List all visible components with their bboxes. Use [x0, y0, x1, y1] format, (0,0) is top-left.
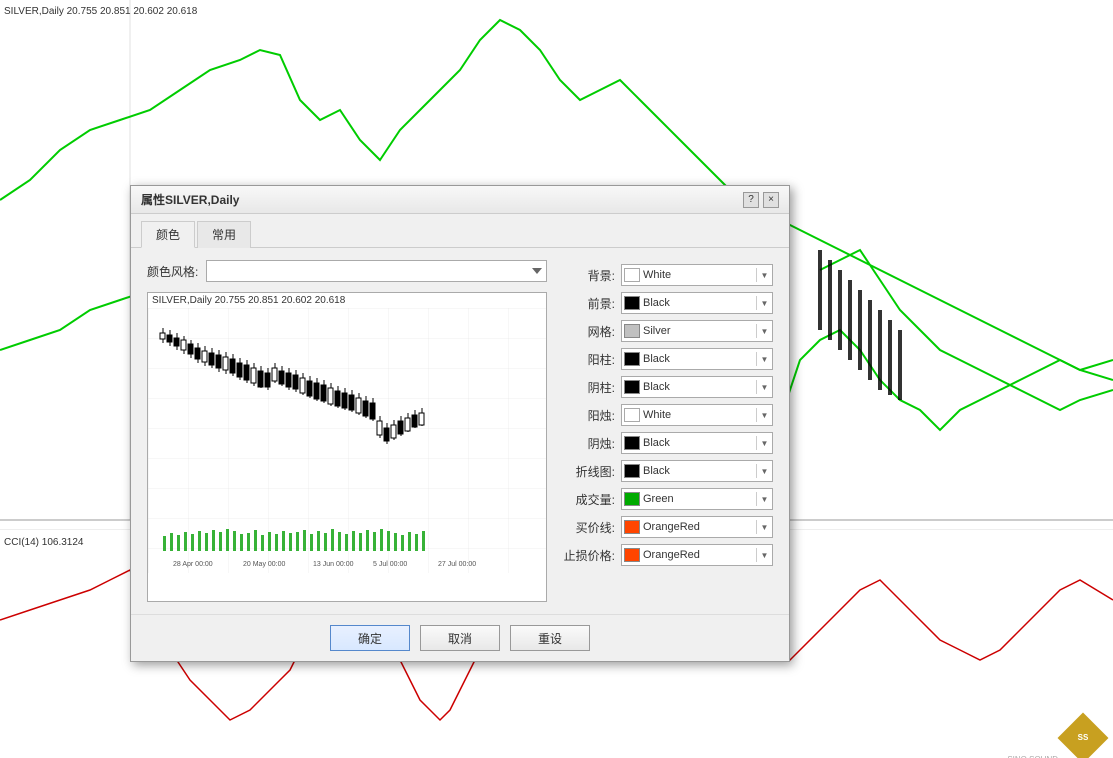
color-row-volume: 成交量: Green ▼	[563, 488, 773, 510]
bear-candle-label: 阴柱:	[563, 379, 615, 396]
line-chart-select[interactable]: Black ▼	[621, 460, 773, 482]
ask-line-select[interactable]: OrangeRed ▼	[621, 516, 773, 538]
color-row-stop-price: 止损价格: OrangeRed ▼	[563, 544, 773, 566]
color-row-bull-body: 阳烛: White ▼	[563, 404, 773, 426]
color-row-bear-body: 阴烛: Black ▼	[563, 432, 773, 454]
foreground-swatch	[624, 296, 640, 310]
tab-color[interactable]: 颜色	[141, 221, 195, 248]
reset-button[interactable]: 重设	[510, 625, 590, 651]
grid-swatch	[624, 324, 640, 338]
volume-label: 成交量:	[563, 491, 615, 508]
cancel-button[interactable]: 取消	[420, 625, 500, 651]
bull-body-dropdown-arrow[interactable]: ▼	[756, 408, 770, 422]
grid-value: Silver	[643, 325, 753, 337]
help-button[interactable]: ?	[743, 192, 759, 208]
properties-dialog: 属性SILVER,Daily ? × 颜色 常用 颜色风格:	[130, 185, 790, 662]
dialog-title: 属性SILVER,Daily	[141, 191, 239, 208]
background-select[interactable]: White ▼	[621, 264, 773, 286]
stop-price-select[interactable]: OrangeRed ▼	[621, 544, 773, 566]
bear-body-swatch	[624, 436, 640, 450]
ask-line-value: OrangeRed	[643, 521, 753, 533]
bull-body-value: White	[643, 409, 753, 421]
confirm-button[interactable]: 确定	[330, 625, 410, 651]
background-dropdown-arrow[interactable]: ▼	[756, 268, 770, 282]
volume-select[interactable]: Green ▼	[621, 488, 773, 510]
grid-label: 网格:	[563, 323, 615, 340]
bear-candle-swatch	[624, 380, 640, 394]
line-chart-value: Black	[643, 465, 753, 477]
bull-candle-swatch	[624, 352, 640, 366]
tab-common[interactable]: 常用	[197, 221, 251, 248]
grid-select[interactable]: Silver ▼	[621, 320, 773, 342]
title-buttons: ? ×	[743, 192, 779, 208]
stop-price-swatch	[624, 548, 640, 562]
color-row-grid: 网格: Silver ▼	[563, 320, 773, 342]
stop-price-dropdown-arrow[interactable]: ▼	[756, 548, 770, 562]
chart-preview-header: SILVER,Daily 20.755 20.851 20.602 20.618	[148, 293, 546, 308]
tab-bar: 颜色 常用	[131, 214, 789, 248]
bear-candle-dropdown-arrow[interactable]: ▼	[756, 380, 770, 394]
line-chart-label: 折线图:	[563, 463, 615, 480]
stop-price-value: OrangeRed	[643, 549, 753, 561]
ask-line-dropdown-arrow[interactable]: ▼	[756, 520, 770, 534]
bull-candle-label: 阳柱:	[563, 351, 615, 368]
dialog-titlebar: 属性SILVER,Daily ? ×	[131, 186, 789, 214]
background-value: White	[643, 269, 753, 281]
svg-text:20 May 00:00: 20 May 00:00	[243, 561, 286, 568]
bear-candle-select[interactable]: Black ▼	[621, 376, 773, 398]
background-label: 背景:	[563, 267, 615, 284]
color-style-label: 颜色风格:	[147, 263, 198, 280]
ask-line-label: 买价线:	[563, 519, 615, 536]
background-swatch	[624, 268, 640, 282]
stop-price-label: 止损价格:	[563, 547, 615, 564]
volume-value: Green	[643, 493, 753, 505]
dialog-footer: 确定 取消 重设	[131, 614, 789, 661]
color-style-row: 颜色风格:	[147, 260, 547, 282]
color-row-background: 背景: White ▼	[563, 264, 773, 286]
bear-body-dropdown-arrow[interactable]: ▼	[756, 436, 770, 450]
bull-body-label: 阳烛:	[563, 407, 615, 424]
color-row-foreground: 前景: Black ▼	[563, 292, 773, 314]
bull-body-swatch	[624, 408, 640, 422]
line-chart-swatch	[624, 464, 640, 478]
bull-body-select[interactable]: White ▼	[621, 404, 773, 426]
line-chart-dropdown-arrow[interactable]: ▼	[756, 464, 770, 478]
bull-candle-value: Black	[643, 353, 753, 365]
svg-text:5 Jul 00:00: 5 Jul 00:00	[373, 561, 407, 568]
svg-text:28 Apr 00:00: 28 Apr 00:00	[173, 561, 213, 568]
dialog-overlay: 属性SILVER,Daily ? × 颜色 常用 颜色风格:	[0, 0, 1113, 758]
chart-preview: SILVER,Daily 20.755 20.851 20.602 20.618	[147, 292, 547, 602]
left-panel: 颜色风格: SILVER,Daily 20.755 20.851 20.602 …	[147, 260, 547, 602]
svg-text:27 Jul 00:00: 27 Jul 00:00	[438, 561, 476, 568]
grid-dropdown-arrow[interactable]: ▼	[756, 324, 770, 338]
color-row-line-chart: 折线图: Black ▼	[563, 460, 773, 482]
volume-swatch	[624, 492, 640, 506]
color-row-bear-candle: 阴柱: Black ▼	[563, 376, 773, 398]
bull-candle-select[interactable]: Black ▼	[621, 348, 773, 370]
bear-candle-value: Black	[643, 381, 753, 393]
color-style-select[interactable]	[206, 260, 547, 282]
color-row-bull-candle: 阳柱: Black ▼	[563, 348, 773, 370]
foreground-label: 前景:	[563, 295, 615, 312]
close-button[interactable]: ×	[763, 192, 779, 208]
bear-body-select[interactable]: Black ▼	[621, 432, 773, 454]
ask-line-swatch	[624, 520, 640, 534]
bull-candle-dropdown-arrow[interactable]: ▼	[756, 352, 770, 366]
foreground-value: Black	[643, 297, 753, 309]
right-panel: 背景: White ▼ 前景: Black ▼	[563, 260, 773, 602]
color-row-ask-line: 买价线: OrangeRed ▼	[563, 516, 773, 538]
bear-body-label: 阴烛:	[563, 435, 615, 452]
dialog-content: 颜色风格: SILVER,Daily 20.755 20.851 20.602 …	[131, 248, 789, 614]
volume-dropdown-arrow[interactable]: ▼	[756, 492, 770, 506]
foreground-dropdown-arrow[interactable]: ▼	[756, 296, 770, 310]
svg-text:13 Jun 00:00: 13 Jun 00:00	[313, 561, 354, 568]
bear-body-value: Black	[643, 437, 753, 449]
foreground-select[interactable]: Black ▼	[621, 292, 773, 314]
